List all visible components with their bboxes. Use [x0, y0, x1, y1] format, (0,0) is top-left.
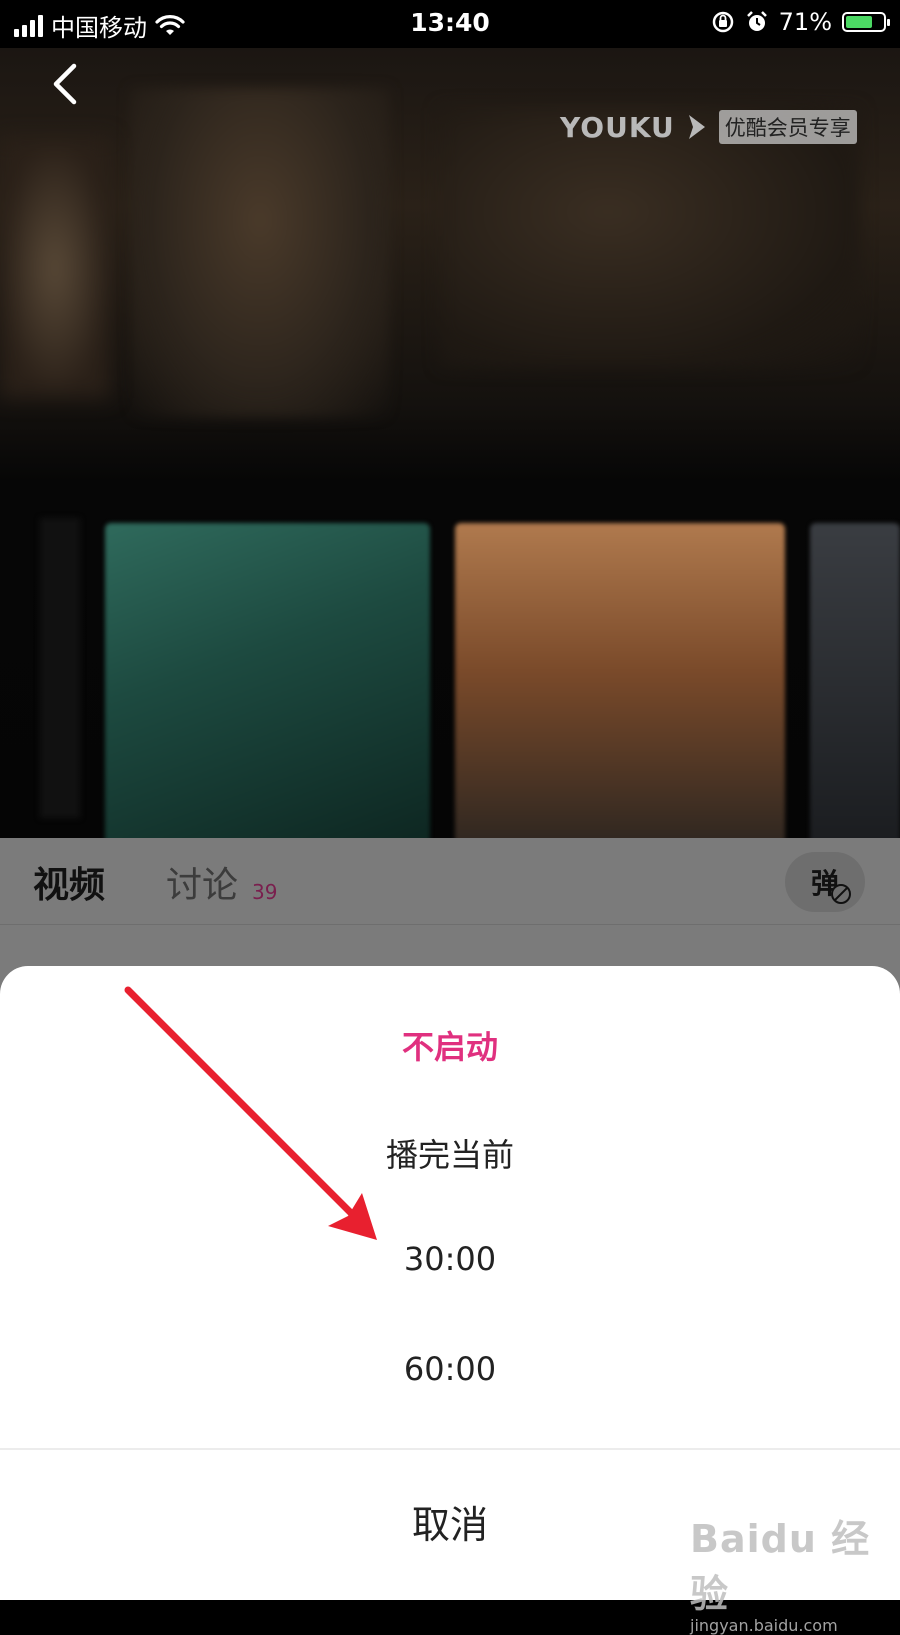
watermark-main: Baidu 经验	[690, 1517, 871, 1616]
recommended-thumbnail[interactable]	[455, 523, 785, 838]
danmu-toggle-button[interactable]: 弹	[785, 852, 865, 912]
status-bar: 中国移动 13:40 71%	[0, 0, 900, 48]
battery-percent: 71%	[778, 8, 832, 36]
option-60-minutes[interactable]: 60:00	[0, 1350, 900, 1388]
option-30-minutes[interactable]: 30:00	[0, 1240, 900, 1278]
alarm-icon	[746, 11, 767, 31]
disabled-icon	[831, 884, 851, 904]
danmu-label: 弹	[811, 862, 851, 904]
watermark-sub: jingyan.baidu.com	[690, 1616, 838, 1635]
tab-discuss[interactable]: 讨论	[166, 856, 238, 908]
background-blur	[130, 88, 390, 418]
status-right: 71%	[711, 8, 890, 36]
option-finish-current[interactable]: 播完当前	[0, 1130, 900, 1176]
sleep-timer-sheet: 不启动 播完当前 30:00 60:00 取消	[0, 966, 900, 1600]
recommended-thumbnail[interactable]	[810, 523, 900, 838]
tab-bar: 视频 讨论 39 弹	[0, 838, 900, 925]
back-arrow-icon[interactable]	[44, 58, 84, 110]
youku-watermark: YOUKU 优酷会员专享	[560, 110, 857, 144]
option-disable[interactable]: 不启动	[0, 1022, 900, 1068]
background-blur	[440, 108, 860, 368]
orientation-lock-icon	[712, 11, 733, 33]
tab-video[interactable]: 视频	[33, 856, 105, 908]
divider	[0, 1448, 900, 1450]
play-chevron-icon	[688, 115, 705, 139]
battery-charging-icon	[842, 12, 890, 32]
baidu-watermark: Baidu 经验 jingyan.baidu.com	[690, 1508, 900, 1635]
discuss-count-badge: 39	[252, 880, 278, 904]
vip-badge: 优酷会员专享	[718, 110, 857, 144]
battery-fill	[846, 16, 872, 28]
background-blur	[0, 138, 110, 398]
recommended-thumbnail[interactable]	[105, 523, 430, 838]
youku-logo: YOUKU	[560, 110, 675, 144]
background-blur	[40, 518, 80, 818]
video-player[interactable]	[0, 48, 900, 838]
